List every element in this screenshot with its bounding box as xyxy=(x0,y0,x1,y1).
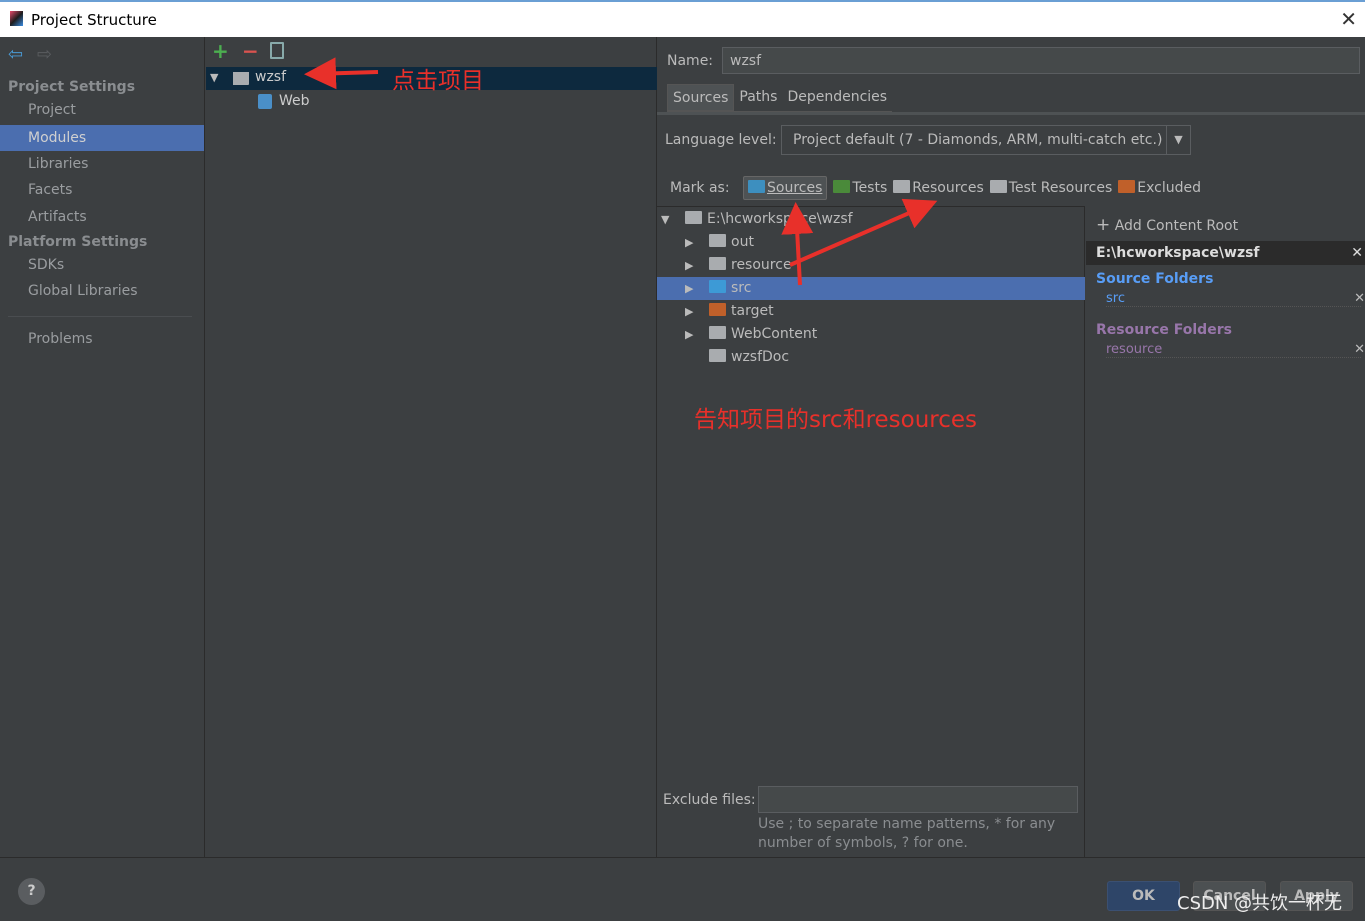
annotation-arrows xyxy=(304,57,938,286)
arrow-to-resources xyxy=(789,198,938,267)
watermark: CSDN @共饮一杯无 xyxy=(1177,893,1343,914)
ok-button[interactable]: OK xyxy=(1107,881,1180,911)
arrow-to-module xyxy=(304,57,379,90)
help-button[interactable]: ? xyxy=(18,878,45,905)
dialog-footer: ? OK Cancel Apply CSDN @共饮一杯无 xyxy=(0,857,1365,921)
arrow-to-sources xyxy=(781,202,814,286)
